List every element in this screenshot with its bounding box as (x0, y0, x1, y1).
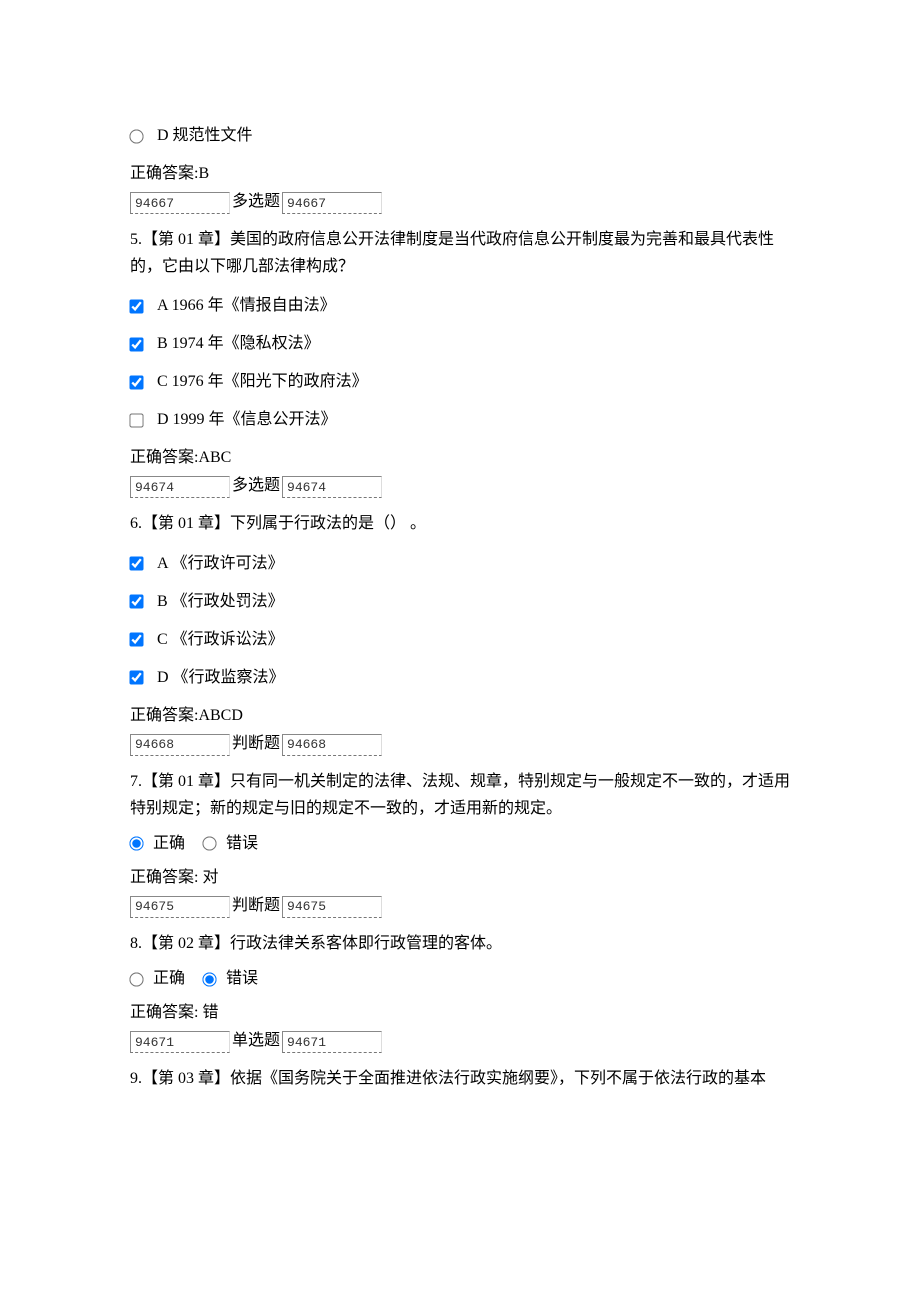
q9-text: 9.【第 03 章】依据《国务院关于全面推进依法行政实施纲要》，下列不属于依法行… (130, 1065, 790, 1092)
q7-answer: 正确答案: 对 (130, 866, 790, 890)
q4-meta: 多选题 (130, 190, 790, 214)
q5-option-a: A 1966 年《情报自由法》 (130, 294, 790, 318)
q5-option-b-label: B 1974 年《隐私权法》 (157, 332, 320, 356)
q8-radio-false[interactable] (202, 972, 216, 986)
q5-option-b: B 1974 年《隐私权法》 (130, 332, 790, 356)
q6-option-a-label: A 《行政许可法》 (157, 552, 284, 576)
q7-radio-true[interactable] (129, 837, 143, 851)
q6-option-b: B 《行政处罚法》 (130, 590, 790, 614)
q6-code1-input[interactable] (130, 734, 230, 756)
q6-option-d-label: D 《行政监察法》 (157, 666, 285, 690)
q8-radio-true[interactable] (129, 972, 143, 986)
q7-true-label: 正确 (153, 832, 185, 856)
q6-code2-input[interactable] (282, 734, 382, 756)
q5-meta: 多选题 (130, 474, 790, 498)
q6-option-c-label: C 《行政诉讼法》 (157, 628, 284, 652)
q5-option-a-label: A 1966 年《情报自由法》 (157, 294, 336, 318)
q5-answer: 正确答案:ABC (130, 446, 790, 470)
q5-checkbox-c[interactable] (129, 375, 143, 389)
q4-code1-input[interactable] (130, 192, 230, 214)
q7-meta: 判断题 (130, 894, 790, 918)
q5-checkbox-b[interactable] (129, 337, 143, 351)
q5-code1-input[interactable] (130, 476, 230, 498)
q7-code2-input[interactable] (282, 896, 382, 918)
q6-meta: 判断题 (130, 732, 790, 756)
q6-option-c: C 《行政诉讼法》 (130, 628, 790, 652)
q6-checkbox-c[interactable] (129, 632, 143, 646)
q6-checkbox-d[interactable] (129, 670, 143, 684)
q6-checkbox-b[interactable] (129, 594, 143, 608)
q5-checkbox-a[interactable] (129, 299, 143, 313)
q7-false-label: 错误 (226, 832, 258, 856)
q5-option-d: D 1999 年《信息公开法》 (130, 408, 790, 432)
q4-code2-input[interactable] (282, 192, 382, 214)
q4-option-d: D 规范性文件 (130, 124, 790, 148)
q7-code1-input[interactable] (130, 896, 230, 918)
q4-option-d-label: D 规范性文件 (157, 124, 253, 148)
q5-checkbox-d[interactable] (129, 413, 143, 427)
q5-option-d-label: D 1999 年《信息公开法》 (157, 408, 337, 432)
q8-option-false: 错误 (203, 967, 258, 991)
q7-text: 7.【第 01 章】只有同一机关制定的法律、法规、规章，特别规定与一般规定不一致… (130, 768, 790, 822)
q6-option-d: D 《行政监察法》 (130, 666, 790, 690)
q7-type-label: 判断题 (232, 894, 280, 918)
q8-false-label: 错误 (226, 967, 258, 991)
q5-code2-input[interactable] (282, 476, 382, 498)
q5-option-c-label: C 1976 年《阳光下的政府法》 (157, 370, 368, 394)
q8-answer: 正确答案: 错 (130, 1001, 790, 1025)
q7-option-true: 正确 (130, 832, 185, 856)
q8-code2-input[interactable] (282, 1031, 382, 1053)
q8-true-label: 正确 (153, 967, 185, 991)
q8-options: 正确 错误 (130, 967, 790, 991)
q6-type-label: 判断题 (232, 732, 280, 756)
q5-type-label: 多选题 (232, 474, 280, 498)
q6-checkbox-a[interactable] (129, 556, 143, 570)
q5-text: 5.【第 01 章】美国的政府信息公开法律制度是当代政府信息公开制度最为完善和最… (130, 226, 790, 280)
q7-option-false: 错误 (203, 832, 258, 856)
q8-text: 8.【第 02 章】行政法律关系客体即行政管理的客体。 (130, 930, 790, 957)
q6-text: 6.【第 01 章】下列属于行政法的是（） 。 (130, 510, 790, 537)
q5-option-c: C 1976 年《阳光下的政府法》 (130, 370, 790, 394)
q4-type-label: 多选题 (232, 190, 280, 214)
q7-radio-false[interactable] (202, 837, 216, 851)
q8-type-label: 单选题 (232, 1029, 280, 1053)
q6-option-a: A 《行政许可法》 (130, 552, 790, 576)
q8-code1-input[interactable] (130, 1031, 230, 1053)
q4-answer: 正确答案:B (130, 162, 790, 186)
q8-meta: 单选题 (130, 1029, 790, 1053)
q6-option-b-label: B 《行政处罚法》 (157, 590, 284, 614)
q4-radio-d[interactable] (129, 129, 143, 143)
q7-options: 正确 错误 (130, 832, 790, 856)
q6-answer: 正确答案:ABCD (130, 704, 790, 728)
q8-option-true: 正确 (130, 967, 185, 991)
